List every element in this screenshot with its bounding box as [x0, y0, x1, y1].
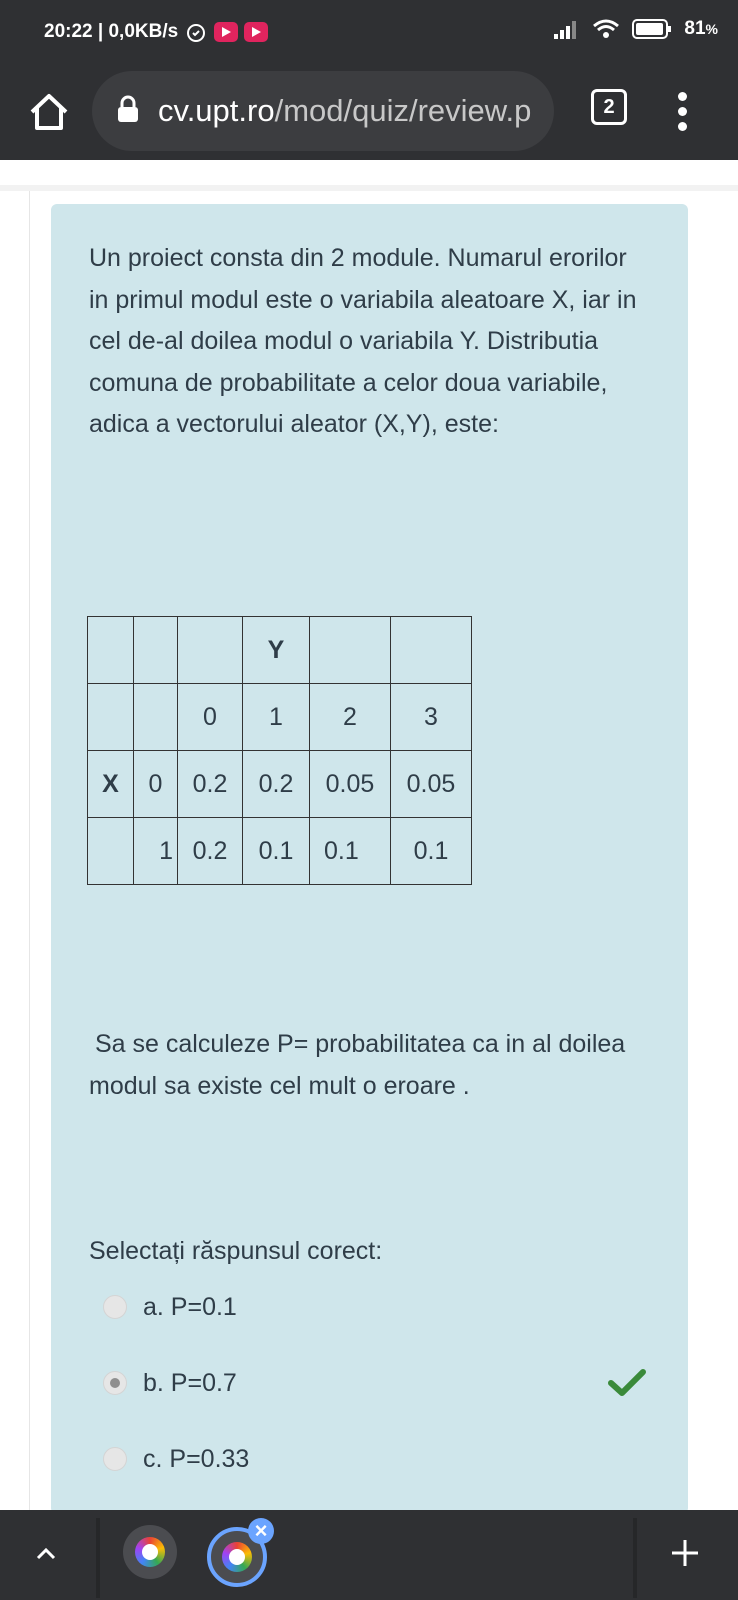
- table-row: 0 1 2 3: [87, 683, 472, 751]
- browser-toolbar: cv.upt.ro/mod/quiz/review.p 2: [0, 68, 738, 160]
- status-time: 20:22 | 0,0KB/s: [44, 21, 179, 42]
- browser-icon: [135, 1537, 165, 1567]
- table-row: 1 0.2 0.1 0.1 0.1: [87, 817, 472, 885]
- radio-button[interactable]: [103, 1447, 127, 1471]
- probability-cell: 0.2: [242, 750, 310, 818]
- status-bar: 20:22 | 0,0KB/s 81%: [0, 0, 738, 68]
- bottom-tab-strip: ×: [0, 1510, 738, 1600]
- close-tab-icon[interactable]: ×: [248, 1518, 274, 1544]
- x-value: 0: [133, 750, 178, 818]
- probability-cell: 0.1: [309, 817, 391, 885]
- table-row: X 0 0.2 0.2 0.05 0.05: [87, 750, 472, 818]
- alarm-icon: [187, 24, 206, 42]
- wifi-icon: [593, 19, 620, 38]
- address-bar[interactable]: cv.upt.ro/mod/quiz/review.p: [92, 71, 554, 151]
- status-left: 20:22 | 0,0KB/s: [44, 20, 269, 44]
- correct-check-icon: [608, 1369, 646, 1396]
- tab-switcher-button[interactable]: 2: [591, 89, 627, 125]
- option-a[interactable]: a. P=0.1: [103, 1290, 237, 1324]
- more-menu-icon[interactable]: [674, 88, 690, 138]
- x-value: 1: [133, 817, 178, 885]
- probability-cell: 0.2: [177, 817, 243, 885]
- signal-icon: [554, 21, 577, 39]
- radio-button-selected[interactable]: [103, 1371, 127, 1395]
- divider-vertical: [29, 191, 30, 1511]
- y-value: 2: [309, 683, 391, 751]
- option-c[interactable]: c. P=0.33: [103, 1442, 249, 1476]
- probability-cell: 0.2: [177, 750, 243, 818]
- browser-icon: [222, 1542, 252, 1572]
- question-ask: Sa se calculeze P= probabilitatea ca in …: [89, 1030, 626, 1100]
- battery-level: 81%: [684, 18, 718, 39]
- status-right: 81%: [554, 18, 718, 40]
- battery-icon: [632, 19, 672, 39]
- answer-prompt: Selectați răspunsul corect:: [89, 1237, 383, 1265]
- new-tab-plus-icon[interactable]: [670, 1538, 700, 1568]
- x-label: X: [87, 750, 134, 818]
- option-b[interactable]: b. P=0.7: [103, 1366, 237, 1400]
- divider: [0, 185, 738, 191]
- probability-cell: 0.05: [309, 750, 391, 818]
- probability-cell: 0.05: [390, 750, 472, 818]
- option-label: b. P=0.7: [143, 1368, 237, 1397]
- y-label: Y: [242, 616, 310, 684]
- y-value: 3: [390, 683, 472, 751]
- distribution-table: Y 0 1 2 3 X 0 0.2 0.2 0.05 0.05 1 0.2 0.…: [87, 616, 472, 885]
- youtube-notification-icon-2: [244, 22, 269, 42]
- divider: [96, 1518, 100, 1598]
- home-icon[interactable]: [24, 88, 74, 138]
- divider: [633, 1518, 637, 1598]
- option-label: c. P=0.33: [143, 1444, 250, 1473]
- table-row: Y: [87, 616, 472, 684]
- option-label: a. P=0.1: [143, 1292, 237, 1321]
- tab-thumbnail-1[interactable]: [123, 1525, 177, 1579]
- lock-icon: [118, 95, 138, 122]
- y-value: 1: [242, 683, 310, 751]
- youtube-notification-icon: [214, 22, 239, 42]
- chevron-up-icon[interactable]: [34, 1542, 58, 1566]
- probability-cell: 0.1: [390, 817, 472, 885]
- radio-button[interactable]: [103, 1295, 127, 1319]
- y-value: 0: [177, 683, 243, 751]
- probability-cell: 0.1: [242, 817, 310, 885]
- question-text: Un proiect consta din 2 module. Numarul …: [89, 244, 637, 438]
- url-text[interactable]: cv.upt.ro/mod/quiz/review.p: [158, 93, 544, 129]
